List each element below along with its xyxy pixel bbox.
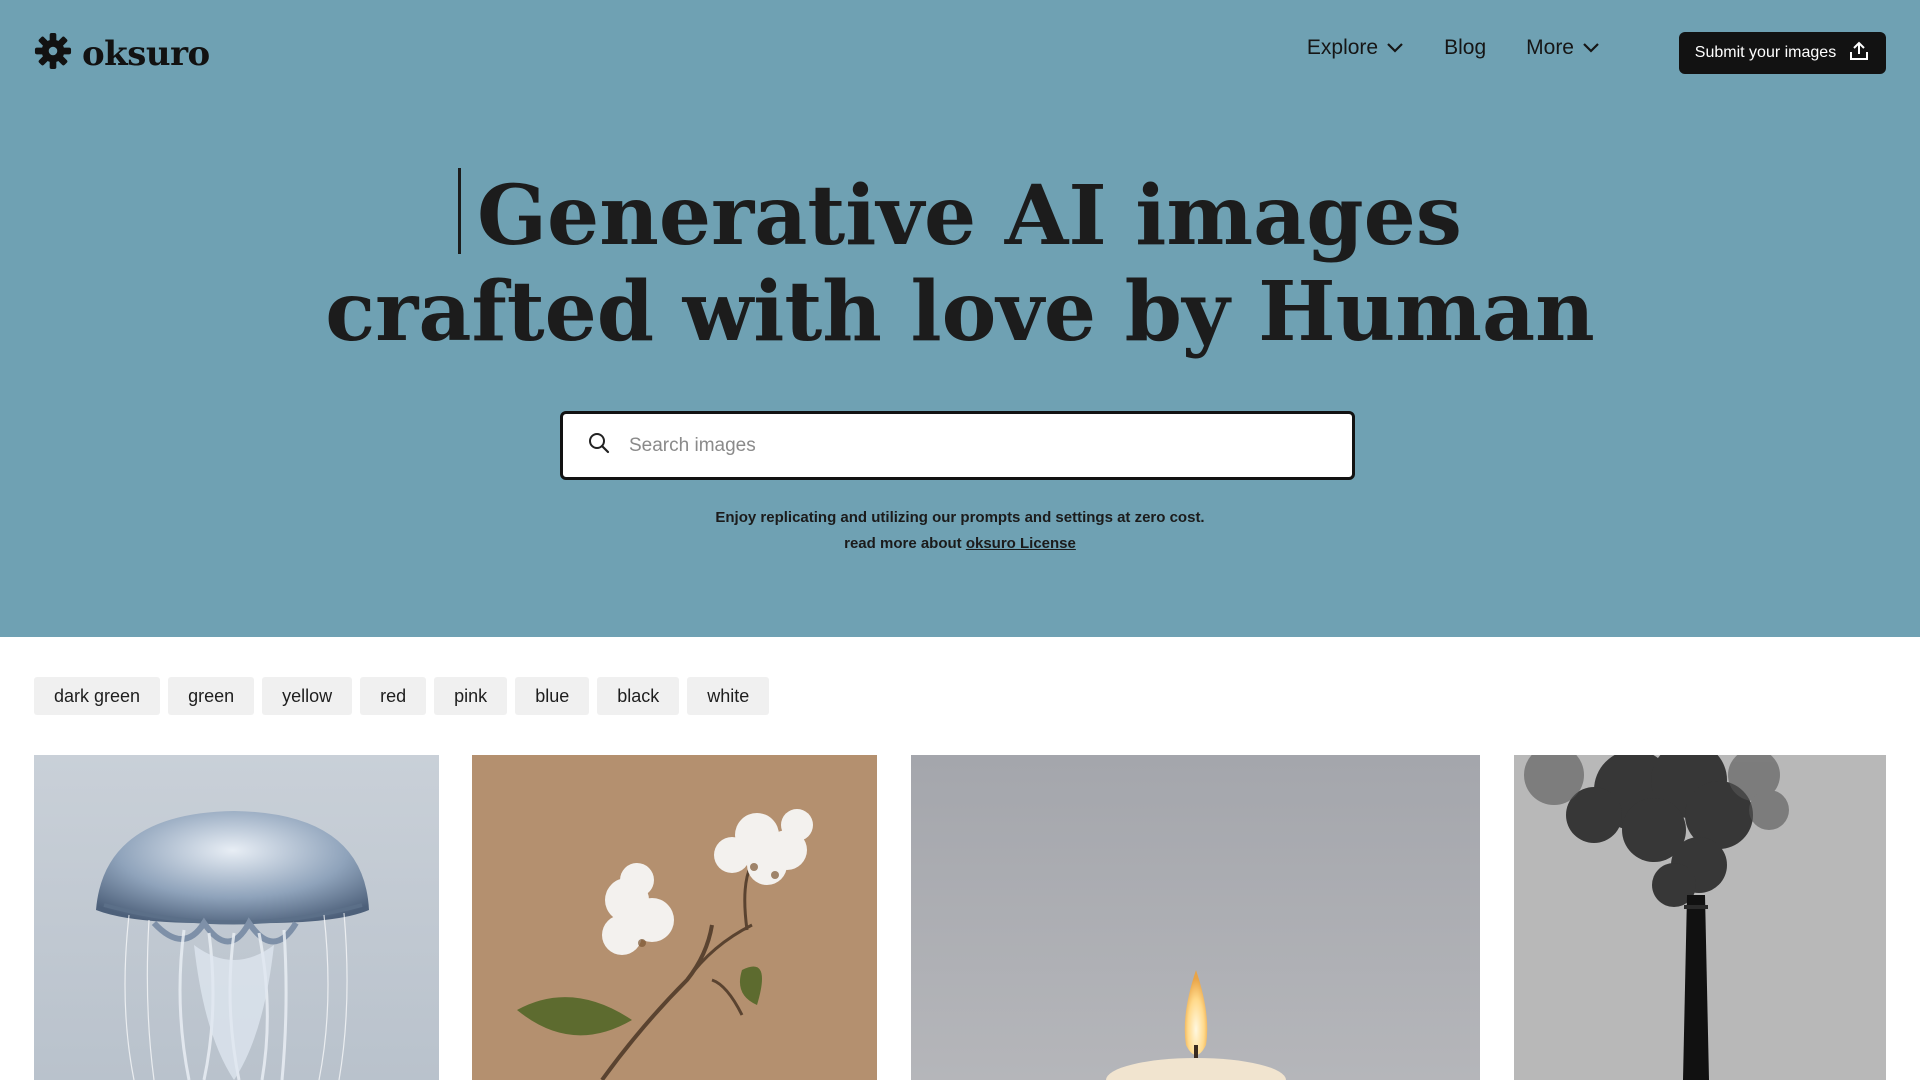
notice-line-1: Enjoy replicating and utilizing our prom… [715, 509, 1205, 526]
nav-explore-label: Explore [1306, 36, 1379, 59]
brand-name: oksuro [82, 33, 210, 74]
tag-yellow[interactable]: yellow [262, 677, 353, 715]
tag-dark-green[interactable]: dark green [34, 677, 161, 715]
notice-prefix: read more about [844, 535, 966, 552]
gallery-image-cotton[interactable] [472, 755, 877, 1080]
search-input[interactable] [627, 433, 1352, 458]
tag-pink[interactable]: pink [434, 677, 508, 715]
tag-green[interactable]: green [168, 677, 255, 715]
cotton-image [472, 755, 877, 1080]
main-nav: Explore Blog More [1307, 36, 1600, 60]
submit-images-label: Submit your images [1694, 44, 1837, 61]
smokestack-image [1514, 755, 1886, 1080]
gallery-image-jellyfish[interactable] [34, 755, 439, 1080]
image-gallery [34, 755, 1886, 1080]
tag-blue[interactable]: blue [515, 677, 590, 715]
nav-blog[interactable]: Blog [1444, 36, 1486, 60]
color-tag-list: dark green green yellow red pink blue bl… [34, 677, 770, 715]
page-title: Generative AI images crafted with love b… [0, 168, 1920, 360]
chevron-down-icon [1386, 36, 1404, 60]
tag-black[interactable]: black [597, 677, 680, 715]
text-caret [458, 168, 462, 254]
nav-blog-label: Blog [1444, 36, 1487, 59]
chevron-down-icon [1582, 36, 1600, 60]
tag-white[interactable]: white [687, 677, 770, 715]
logo[interactable]: oksuro [34, 32, 210, 75]
tag-red[interactable]: red [360, 677, 427, 715]
gallery-image-smokestack[interactable] [1514, 755, 1886, 1080]
submit-images-button[interactable]: Submit your images [1679, 32, 1886, 74]
gear-icon [34, 32, 72, 75]
search-icon [587, 431, 611, 460]
headline-line-1: Generative AI images [477, 168, 1462, 264]
candle-image [911, 755, 1480, 1080]
nav-more[interactable]: More [1526, 36, 1600, 60]
gallery-image-candle[interactable] [911, 755, 1480, 1080]
hero-section: oksuro Explore Blog More Submit your ima… [0, 0, 1920, 637]
headline-line-2: crafted with love by Human [325, 264, 1595, 360]
nav-explore[interactable]: Explore [1307, 36, 1404, 60]
upload-icon [1848, 40, 1870, 67]
license-link[interactable]: oksuro License [966, 535, 1076, 552]
nav-more-label: More [1526, 36, 1574, 59]
jellyfish-image [34, 755, 439, 1080]
notice-line-2: read more about oksuro License [0, 531, 1920, 557]
search-box[interactable] [560, 411, 1355, 480]
license-notice: Enjoy replicating and utilizing our prom… [0, 505, 1920, 557]
